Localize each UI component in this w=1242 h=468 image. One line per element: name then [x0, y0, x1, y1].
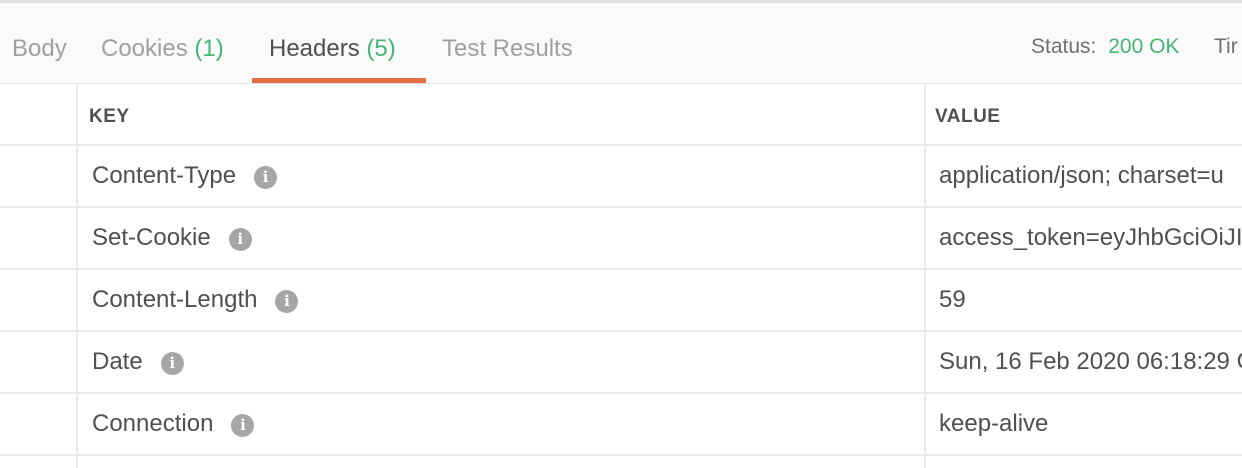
info-icon[interactable]: i	[254, 166, 278, 189]
header-value: 59	[939, 286, 966, 313]
status-label: Status:	[1031, 35, 1097, 58]
tab-test-results-label: Test Results	[442, 35, 573, 62]
table-row: Connection i keep-alive	[0, 394, 1242, 456]
header-key-cell: Connection i	[92, 410, 255, 438]
table-row: Content-Length i 59	[0, 270, 1242, 332]
table-row: Content-Type i application/json; charset=…	[0, 146, 1242, 208]
header-key: Connection	[92, 410, 214, 437]
header-key: Content-Type	[92, 162, 237, 189]
header-value: keep-alive	[939, 410, 1049, 437]
info-icon[interactable]: i	[160, 352, 184, 375]
time-label: Tir	[1214, 35, 1238, 58]
table-header-row: KEY VALUE	[0, 84, 1242, 146]
header-key: Content-Length	[92, 286, 258, 313]
response-tabbar: Body Cookies (1) Headers (5) Test Result…	[0, 3, 1242, 84]
table-row: Set-Cookie i access_token=eyJhbGciOiJIU	[0, 208, 1242, 270]
info-icon[interactable]: i	[231, 414, 255, 437]
header-key-cell: Set-Cookie i	[92, 224, 252, 252]
header-value: access_token=eyJhbGciOiJIU	[939, 224, 1242, 251]
tab-cookies[interactable]: Cookies (1)	[101, 35, 224, 63]
header-key-cell: Content-Length i	[92, 286, 299, 314]
header-key: Set-Cookie	[92, 224, 211, 251]
info-icon[interactable]: i	[228, 228, 252, 251]
header-value: application/json; charset=u	[939, 162, 1224, 189]
header-key-cell: Date i	[92, 348, 184, 376]
tab-headers[interactable]: Headers (5)	[269, 35, 396, 63]
header-key: Date	[92, 348, 143, 375]
tab-body[interactable]: Body	[12, 35, 67, 63]
column-divider	[924, 84, 926, 468]
tab-test-results[interactable]: Test Results	[442, 35, 573, 63]
table-row: Date i Sun, 16 Feb 2020 06:18:29 G	[0, 332, 1242, 394]
column-header-value: VALUE	[935, 106, 1001, 127]
status-display: Status: 200 OK	[1031, 33, 1179, 61]
tab-body-label: Body	[12, 35, 67, 62]
tab-cookies-label: Cookies	[101, 35, 188, 62]
status-value: 200 OK	[1108, 35, 1180, 58]
tab-headers-count: (5)	[366, 35, 396, 62]
column-divider	[76, 84, 78, 468]
column-header-key: KEY	[89, 106, 130, 127]
active-tab-indicator	[252, 78, 426, 83]
tab-cookies-count: (1)	[194, 35, 224, 62]
header-value: Sun, 16 Feb 2020 06:18:29 G	[939, 348, 1242, 375]
header-key-cell: Content-Type i	[92, 162, 278, 190]
info-icon[interactable]: i	[275, 290, 299, 313]
tab-headers-label: Headers	[269, 35, 360, 62]
